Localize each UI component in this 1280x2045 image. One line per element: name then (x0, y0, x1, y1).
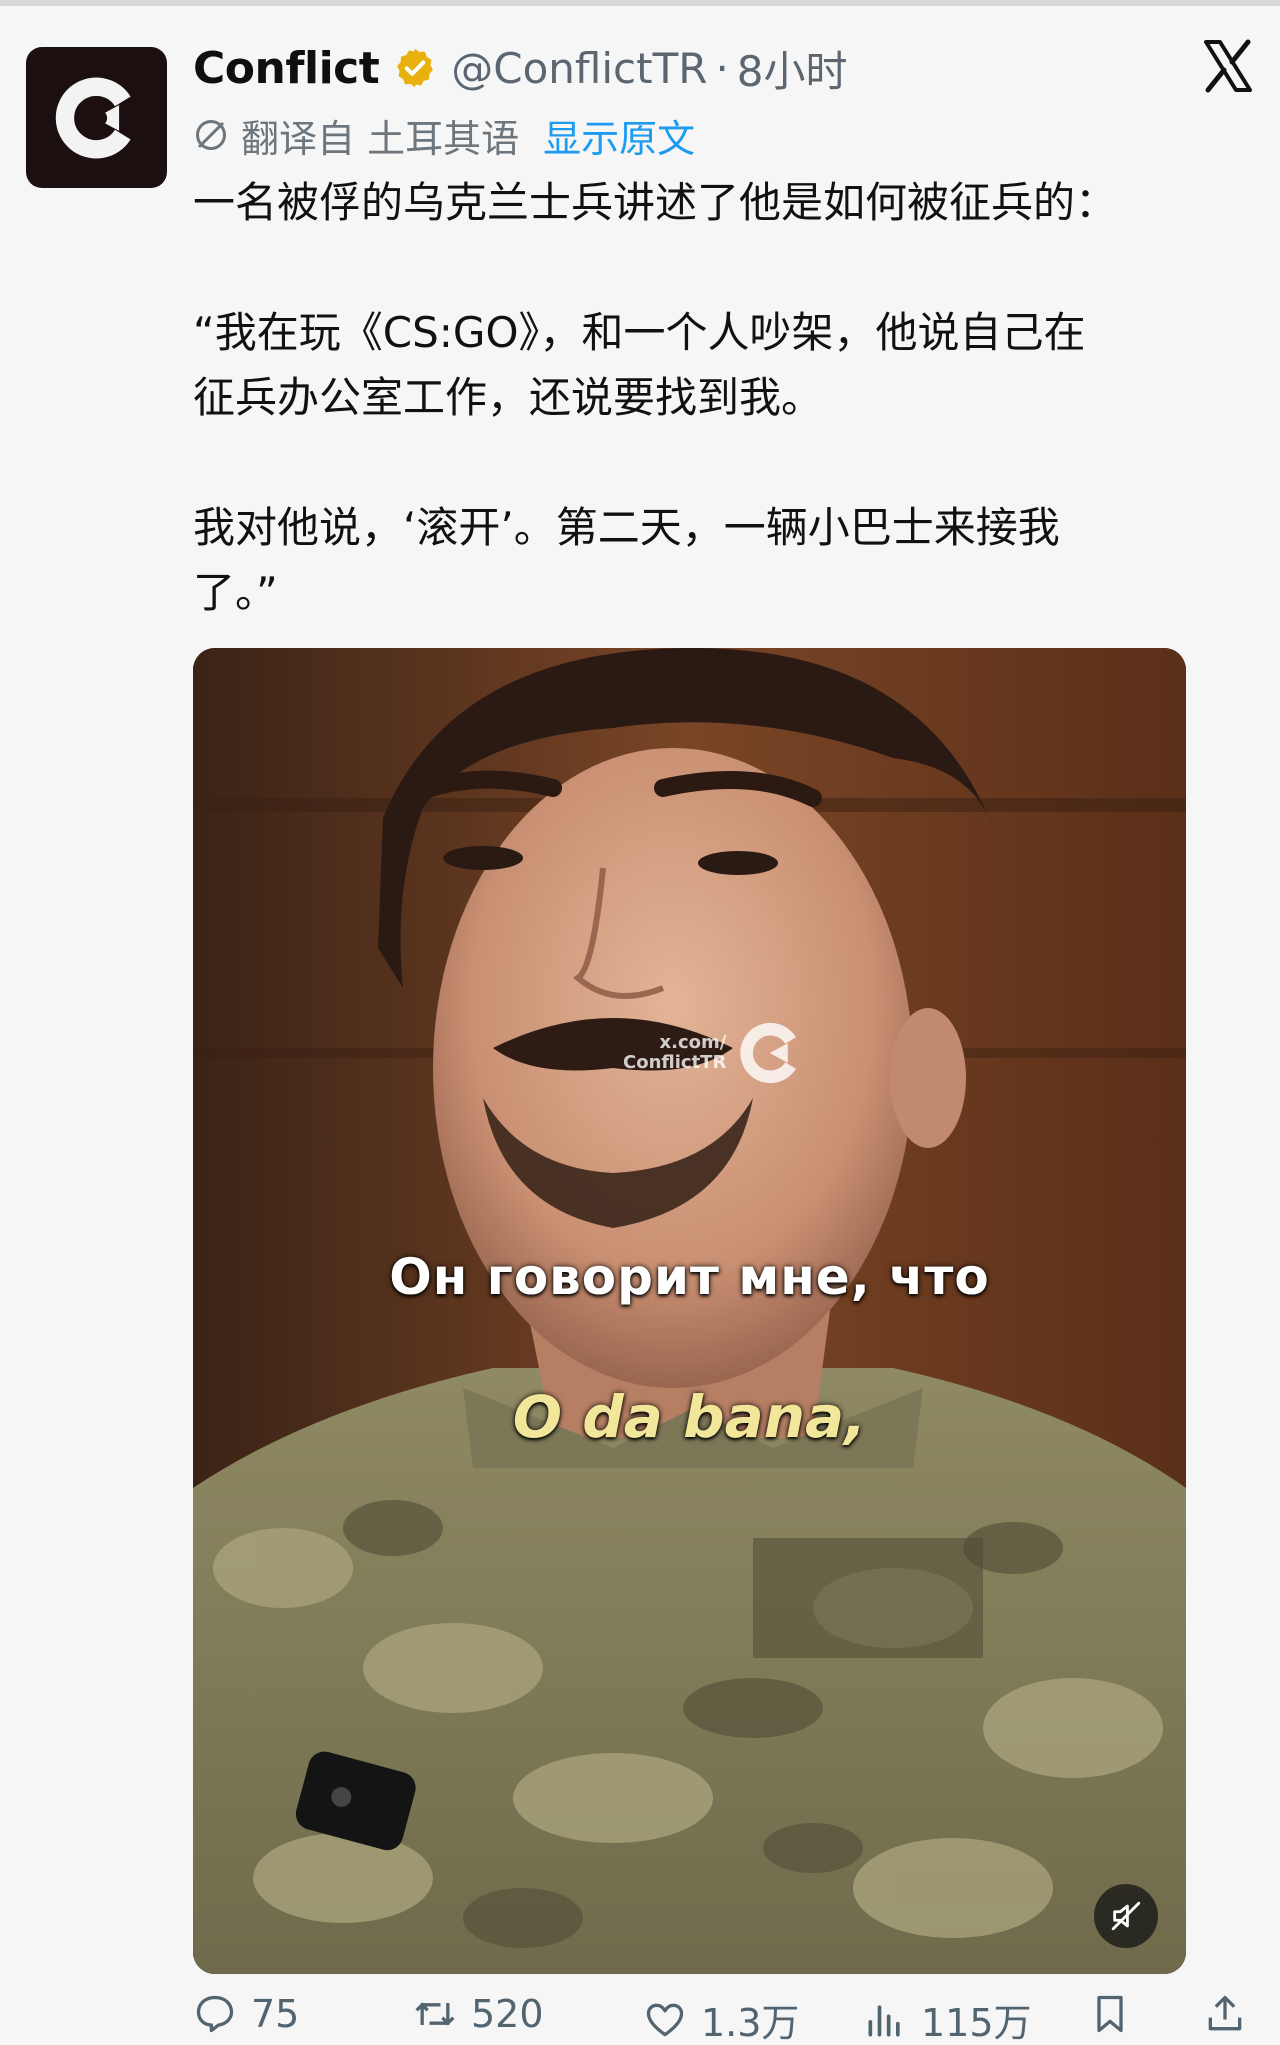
repost-count: 520 (471, 1992, 544, 2036)
translation-row: 翻译自 土耳其语 显示原文 (193, 108, 695, 163)
watermark-line: ConflictTR (623, 1052, 727, 1073)
tweet-text-line: 一名被俘的乌克兰士兵讲述了他是如何被征兵的： (193, 178, 1118, 227)
tweet-text-line: “我在玩《CS:GO》，和一个人吵架，他说自己在 (193, 308, 1086, 357)
reply-icon (196, 1995, 234, 2033)
subtitle-turkish: O da bana, (512, 1383, 867, 1451)
bookmark-button[interactable] (1088, 1992, 1146, 2036)
tweet-text-line: 征兵办公室工作，还说要找到我。 (193, 373, 824, 422)
views-button[interactable]: 115万 (863, 1992, 1032, 2045)
verified-badge-icon (393, 46, 437, 90)
action-bar: 75 520 1.3万 115万 (193, 1992, 1263, 2045)
share-button[interactable] (1203, 1992, 1261, 2036)
show-original-link[interactable]: 显示原文 (543, 108, 695, 163)
reply-count: 75 (251, 1992, 300, 2036)
tweet-text: 一名被俘的乌克兰士兵讲述了他是如何被征兵的： “我在玩《CS:GO》，和一个人吵… (193, 170, 1253, 625)
watermark-line: x.com/ (659, 1032, 727, 1053)
tweet-header: Conflict @ConflictTR · 8小时 (193, 38, 848, 98)
video-frame (193, 648, 1186, 1974)
conflict-watermark-icon (740, 1022, 797, 1084)
repost-icon (415, 2002, 455, 2026)
views-icon (868, 2004, 900, 2036)
views-count: 115万 (921, 2001, 1032, 2045)
share-icon (1208, 1995, 1242, 2031)
video-watermark: x.com/ ConflictTR (623, 1018, 806, 1088)
translated-from-label: 翻译自 土耳其语 (241, 116, 520, 161)
tweet-page: Conflict @ConflictTR · 8小时 翻译自 土耳其语 显示原文… (0, 0, 1280, 2045)
like-button[interactable]: 1.3万 (643, 1992, 799, 2045)
reply-button[interactable]: 75 (193, 1992, 299, 2036)
author-handle[interactable]: @ConflictTR (451, 44, 707, 93)
tweet-text-line: 我对他说，‘滚开’。第二天，一辆小巴士来接我 (193, 503, 1060, 552)
mute-button[interactable] (1094, 1884, 1158, 1948)
like-count: 1.3万 (701, 2001, 800, 2045)
conflict-logo (55, 77, 131, 158)
repost-button[interactable]: 520 (413, 1992, 544, 2036)
author-name[interactable]: Conflict (193, 43, 380, 94)
video-player[interactable]: x.com/ ConflictTR Он говорит мне, что O … (193, 648, 1186, 1974)
subtitle-russian: Он говорит мне, что (389, 1248, 990, 1306)
bookmark-icon (1097, 1995, 1123, 2033)
post-time[interactable]: 8小时 (737, 38, 848, 99)
avatar[interactable] (26, 47, 167, 188)
separator-dot: · (715, 43, 729, 93)
heart-icon (646, 2003, 684, 2036)
x-logo-icon[interactable] (1202, 38, 1254, 94)
globe-icon (196, 120, 226, 150)
mute-icon (1111, 1901, 1141, 1931)
tweet-text-line: 了。” (193, 568, 278, 617)
top-divider (0, 0, 1280, 6)
